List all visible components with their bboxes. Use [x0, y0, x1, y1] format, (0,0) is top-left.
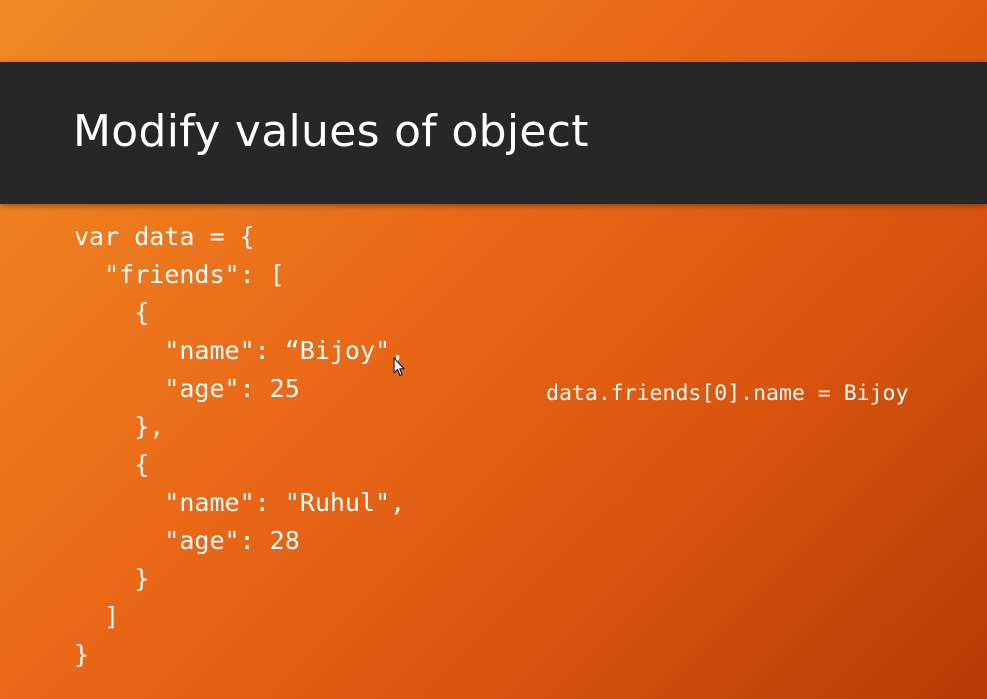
code-line: "name": “Bijoy",	[74, 336, 406, 365]
code-line: }	[74, 640, 90, 669]
code-line: "friends": [	[74, 260, 285, 289]
code-line: ]	[74, 602, 120, 631]
code-line: "name": "Ruhul",	[74, 488, 406, 517]
code-line: "age": 25	[74, 374, 300, 403]
code-block: var data = { "friends": [ { "name": “Bij…	[74, 218, 405, 674]
code-line: },	[74, 412, 165, 441]
code-line: {	[74, 298, 150, 327]
presentation-slide: Modify values of object var data = { "fr…	[0, 0, 987, 699]
code-line: var data = {	[74, 222, 255, 251]
code-line: "age": 28	[74, 526, 300, 555]
code-line: {	[74, 450, 150, 479]
side-note: data.friends[0].name = Bijoy	[546, 381, 909, 406]
mouse-cursor-icon	[393, 357, 405, 377]
slide-title: Modify values of object	[73, 106, 589, 157]
code-line: }	[74, 564, 150, 593]
